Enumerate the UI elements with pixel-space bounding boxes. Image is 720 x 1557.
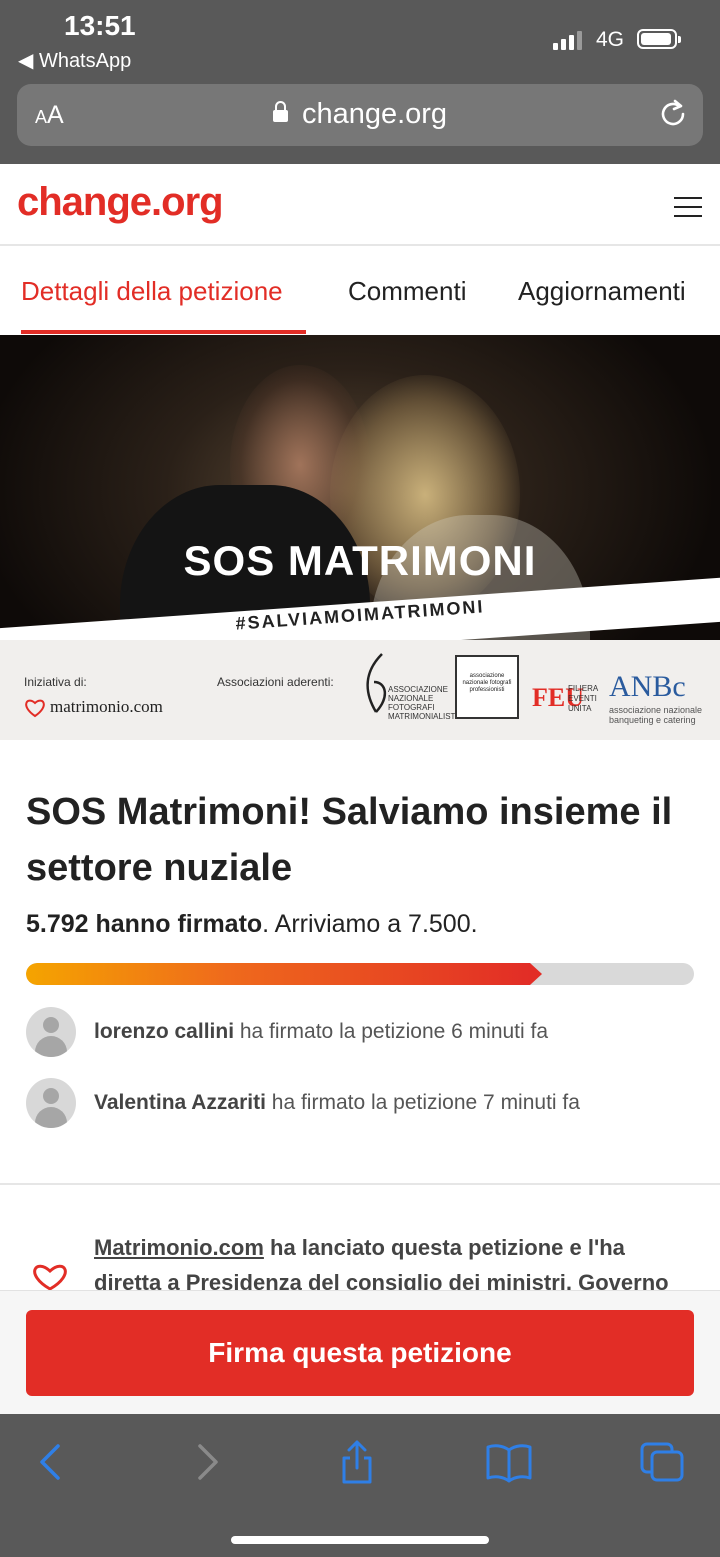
signature-progress-bar [26, 963, 694, 985]
hero-title: SOS MATRIMONI [183, 537, 537, 584]
petition-title: SOS Matrimoni! Salviamo insieme il setto… [26, 791, 673, 889]
url-text: change.org [301, 98, 448, 130]
recent-signer: lorenzo callini ha firmato la petizione … [26, 1007, 706, 1059]
sign-petition-button[interactable]: Firma questa petizione [26, 1310, 694, 1396]
signer-name: lorenzo callini [94, 1020, 235, 1043]
signer-name: Valentina Azzariti [94, 1091, 266, 1114]
back-to-app-link[interactable]: ◀ WhatsApp [18, 48, 131, 73]
signer-activity: Valentina Azzariti ha firmato la petizio… [94, 1091, 580, 1114]
section-divider [0, 1183, 720, 1185]
assoc-professionals-logo: associazione nazionale fotografi profess… [455, 655, 519, 719]
bookmarks-icon[interactable] [484, 1440, 534, 1484]
anbc-logo: ANBc [609, 670, 686, 703]
progress-fill [26, 963, 530, 985]
status-bar: 13:51 ◀ WhatsApp 4G AA change.org [0, 0, 720, 164]
home-indicator[interactable] [231, 1536, 489, 1544]
back-app-label: WhatsApp [38, 50, 132, 72]
network-type: 4G [596, 28, 625, 51]
petition-hero-image: SOS MATRIMONI #SALVIAMOIMATRIMONI Inizia… [0, 335, 720, 740]
reload-icon[interactable] [657, 98, 689, 130]
assoc-photographers-text: ASSOCIAZIONE NAZIONALE FOTOGRAFI MATRIMO… [388, 685, 458, 721]
menu-icon[interactable] [674, 197, 702, 217]
active-tab-indicator [21, 330, 306, 334]
browser-toolbar [0, 1414, 720, 1557]
feu-subtitle: FILIERA EVENTI UNITA [568, 684, 598, 713]
tab-updates[interactable]: Aggiornamenti [518, 276, 686, 307]
change-org-logo[interactable]: change.org [17, 180, 224, 225]
url-display[interactable]: change.org [17, 98, 703, 131]
cellular-signal-icon [553, 31, 582, 50]
matrimonio-heart-icon [33, 1264, 67, 1291]
avatar [26, 1078, 76, 1128]
goal-text: . Arriviamo a 7.500. [262, 910, 478, 938]
status-time: 13:51 [64, 10, 136, 41]
battery-icon [637, 29, 681, 49]
tabs-icon[interactable] [638, 1440, 688, 1484]
starter-link[interactable]: Matrimonio.com [94, 1235, 264, 1260]
signed-count-text: 5.792 hanno firmato [26, 910, 263, 938]
recent-signer: Valentina Azzariti ha firmato la petizio… [26, 1078, 706, 1130]
anbc-subtitle: associazione nazionale banqueting e cate… [609, 705, 703, 725]
signature-count: 5.792 hanno firmato. Arriviamo a 7.500. [26, 910, 478, 939]
sign-cta-bar: Firma questa petizione [0, 1290, 720, 1414]
address-bar[interactable]: AA change.org [17, 84, 703, 146]
tab-petition-details[interactable]: Dettagli della petizione [21, 276, 283, 307]
hero-sponsor-strip: Iniziativa di: matrimonio.com Associazio… [0, 640, 720, 740]
share-icon[interactable] [332, 1440, 382, 1484]
progress-arrow [530, 963, 542, 985]
site-header: change.org [0, 164, 720, 246]
lock-icon [272, 101, 288, 122]
tab-comments[interactable]: Commenti [348, 276, 466, 307]
petition-tabs: Dettagli della petizione Commenti Aggior… [0, 248, 720, 334]
back-icon[interactable] [28, 1440, 78, 1484]
initiative-label: Iniziativa di: [24, 675, 87, 689]
associations-label: Associazioni aderenti: [217, 675, 334, 689]
matrimonio-brand: matrimonio.com [50, 697, 163, 716]
heart-icon [25, 699, 45, 718]
forward-icon[interactable] [180, 1440, 230, 1484]
avatar [26, 1007, 76, 1057]
signer-activity: lorenzo callini ha firmato la petizione … [94, 1020, 549, 1043]
